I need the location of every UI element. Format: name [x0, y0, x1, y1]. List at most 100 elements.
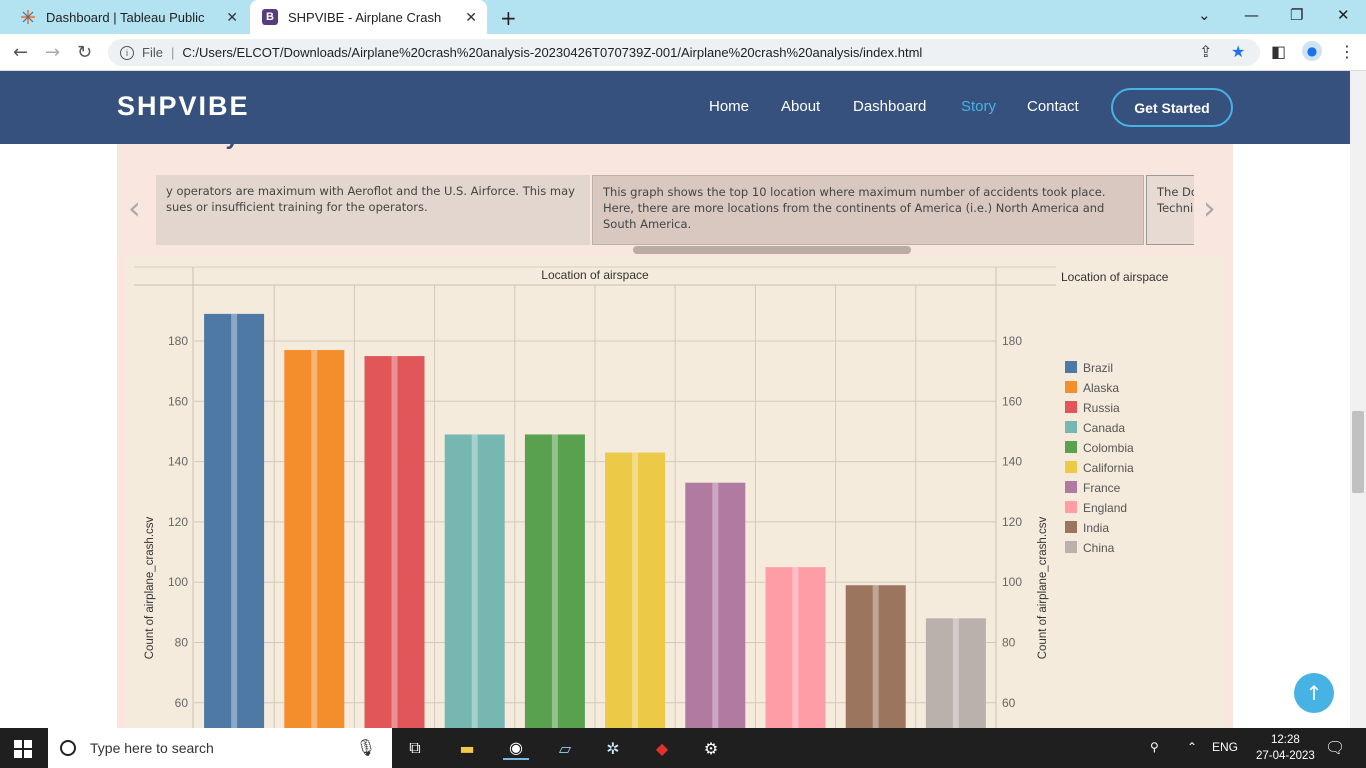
- notepad-icon[interactable]: ▱: [552, 736, 578, 760]
- nav-home[interactable]: Home: [709, 98, 749, 115]
- url-bar[interactable]: i File | C:/Users/ELCOT/Downloads/Airpla…: [108, 39, 1260, 66]
- site-logo[interactable]: SHPVIBE: [117, 91, 250, 122]
- snipping-tool-icon[interactable]: ✲: [600, 736, 626, 760]
- y-tick-label-right: 100: [1002, 575, 1022, 589]
- side-panel-icon[interactable]: ◧: [1271, 42, 1286, 61]
- y-tick-label-right: 80: [1002, 636, 1016, 650]
- acrobat-icon[interactable]: ◆: [649, 736, 675, 760]
- tab-title: SHPVIBE - Airplane Crash: [288, 9, 442, 25]
- microphone-icon[interactable]: 🎙: [356, 738, 376, 758]
- windows-start-icon[interactable]: [14, 740, 32, 758]
- bar-chart: 180 180 160 160 140 140 120 120 100 100 80 80 60 60 Lo…: [134, 266, 1169, 728]
- legend-label: China: [1083, 541, 1115, 555]
- carousel-card[interactable]: y operators are maximum with Aeroflot an…: [156, 175, 590, 245]
- page-scrollbar-track[interactable]: [1350, 71, 1366, 728]
- new-tab-icon[interactable]: +: [500, 6, 517, 30]
- bar-highlight-stripe: [872, 585, 879, 728]
- chart-title: Location of airspace: [541, 268, 649, 282]
- legend-swatch: [1065, 481, 1077, 493]
- task-view-icon[interactable]: ⧉: [402, 736, 428, 760]
- nav-about[interactable]: About: [781, 98, 820, 115]
- chrome-icon[interactable]: ◉: [503, 736, 529, 760]
- chart-container: 180 180 160 160 140 140 120 120 100 100 80 80 60 60 Lo…: [126, 257, 1224, 728]
- taskbar-search[interactable]: Type here to search 🎙: [48, 728, 392, 768]
- legend-swatch: [1065, 381, 1077, 393]
- nav-contact[interactable]: Contact: [1027, 98, 1079, 115]
- legend-swatch: [1065, 441, 1077, 453]
- legend-swatch: [1065, 421, 1077, 433]
- legend-swatch: [1065, 501, 1077, 513]
- tab-title: Dashboard | Tableau Public: [46, 9, 205, 25]
- legend-swatch: [1065, 461, 1077, 473]
- browser-tab-bar: Dashboard | Tableau Public ✕ B SHPVIBE -…: [0, 0, 1366, 34]
- profile-icon[interactable]: ●: [1302, 41, 1322, 61]
- bar-highlight-stripe: [952, 618, 959, 728]
- language-indicator[interactable]: ENG: [1212, 740, 1238, 754]
- legend-label: Alaska: [1083, 381, 1119, 395]
- carousel-prev-icon[interactable]: ‹: [128, 189, 141, 227]
- people-icon[interactable]: ⚲: [1150, 740, 1159, 754]
- reload-icon[interactable]: ↻: [77, 42, 92, 63]
- y-tick-label-right: 140: [1002, 455, 1022, 469]
- bar-highlight-stripe: [231, 313, 238, 728]
- settings-gear-icon[interactable]: ⚙: [698, 736, 724, 760]
- y-tick-label-left: 120: [168, 515, 188, 529]
- legend-label: India: [1083, 521, 1109, 535]
- carousel-next-icon[interactable]: ›: [1203, 189, 1216, 227]
- legend-label: England: [1083, 501, 1127, 515]
- forward-icon[interactable]: →: [45, 42, 60, 63]
- legend-swatch: [1065, 361, 1077, 373]
- y-tick-label-right: 60: [1002, 696, 1016, 710]
- nav-story[interactable]: Story: [961, 98, 996, 115]
- legend-label: California: [1083, 461, 1134, 475]
- site-header: SHPVIBE Home About Dashboard Story Conta…: [0, 71, 1350, 144]
- y-tick-label-right: 120: [1002, 515, 1022, 529]
- y-tick-label-left: 80: [175, 636, 189, 650]
- notification-icon[interactable]: 🗨: [1325, 738, 1345, 758]
- back-icon[interactable]: ←: [13, 42, 28, 63]
- info-icon[interactable]: i: [120, 45, 134, 60]
- nav-dashboard[interactable]: Dashboard: [853, 98, 926, 115]
- tableau-icon: [20, 9, 36, 25]
- close-icon[interactable]: ✕: [226, 9, 238, 26]
- bookmark-star-icon[interactable]: ★: [1231, 42, 1245, 61]
- y-tick-label-left: 160: [168, 394, 188, 408]
- url-text[interactable]: C:/Users/ELCOT/Downloads/Airplane%20cras…: [182, 45, 922, 60]
- window-close-icon[interactable]: ✕: [1337, 0, 1350, 30]
- carousel-card[interactable]: The Do Techni: [1146, 175, 1194, 245]
- bar-highlight-stripe: [311, 350, 318, 728]
- file-explorer-icon[interactable]: ▬: [454, 736, 480, 760]
- carousel-scrollbar-thumb[interactable]: [633, 246, 911, 254]
- chevron-up-icon[interactable]: ⌃: [1187, 740, 1197, 754]
- get-started-button[interactable]: Get Started: [1111, 88, 1233, 127]
- page-scrollbar-thumb[interactable]: [1352, 411, 1364, 493]
- search-icon: [60, 740, 76, 756]
- url-separator: |: [170, 45, 175, 60]
- tab-shpvibe[interactable]: B SHPVIBE - Airplane Crash ✕: [250, 0, 487, 34]
- legend-label: Colombia: [1083, 441, 1134, 455]
- y-axis-label-right: Count of airplane_crash.csv: [1037, 516, 1049, 659]
- close-icon[interactable]: ✕: [465, 9, 477, 26]
- page-viewport: The Analysis SHPVIBE Home About Dashboar…: [0, 71, 1366, 728]
- bar-highlight-stripe: [792, 567, 799, 728]
- tab-tableau-dashboard[interactable]: Dashboard | Tableau Public ✕: [8, 0, 248, 34]
- restore-icon[interactable]: ❐: [1290, 0, 1303, 30]
- bar-highlight-stripe: [391, 356, 398, 728]
- legend-swatch: [1065, 401, 1077, 413]
- system-clock[interactable]: 12:28 27-04-2023: [1256, 732, 1315, 764]
- y-axis-label-left: Count of airplane_crash.csv: [144, 516, 156, 659]
- bar-highlight-stripe: [471, 434, 478, 728]
- menu-kebab-icon[interactable]: ⋮: [1339, 42, 1355, 61]
- minimize-icon[interactable]: —: [1244, 0, 1259, 30]
- back-to-top-button[interactable]: ↑: [1294, 673, 1334, 713]
- y-tick-label-left: 60: [175, 696, 189, 710]
- scheme-label: File: [142, 45, 163, 60]
- carousel-card-active[interactable]: This graph shows the top 10 location whe…: [592, 175, 1144, 245]
- clock-time: 12:28: [1271, 734, 1300, 746]
- clock-date: 27-04-2023: [1256, 750, 1315, 762]
- y-tick-label-right: 160: [1002, 394, 1022, 408]
- legend-swatch: [1065, 521, 1077, 533]
- share-icon[interactable]: ⇪: [1199, 42, 1212, 61]
- search-placeholder: Type here to search: [90, 740, 214, 756]
- tab-search-icon[interactable]: ⌄: [1198, 0, 1211, 30]
